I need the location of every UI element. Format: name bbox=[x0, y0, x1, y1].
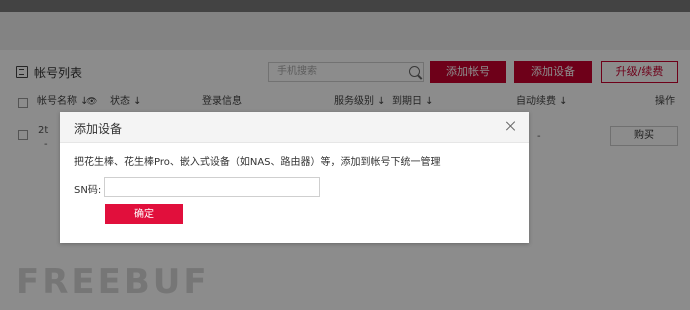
sn-input[interactable] bbox=[104, 177, 320, 197]
add-device-modal: 添加设备 把花生棒、花生棒Pro、嵌入式设备（如NAS、路由器）等，添加到帐号下… bbox=[60, 112, 529, 243]
confirm-button[interactable]: 确定 bbox=[105, 204, 183, 224]
close-icon[interactable] bbox=[505, 120, 517, 132]
sn-label: SN码: bbox=[74, 185, 102, 196]
modal-header: 添加设备 bbox=[60, 112, 529, 143]
modal-description: 把花生棒、花生棒Pro、嵌入式设备（如NAS、路由器）等，添加到帐号下统一管理 bbox=[74, 157, 441, 168]
modal-title: 添加设备 bbox=[74, 122, 123, 136]
